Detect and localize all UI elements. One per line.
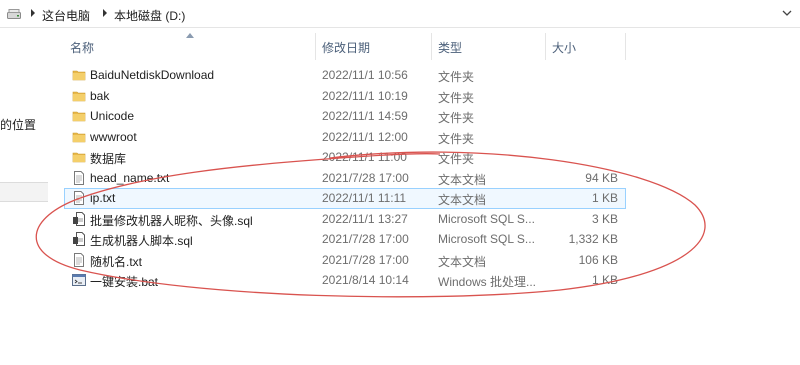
file-type: Microsoft SQL S... [438,211,535,226]
file-type: 文件夹 [438,90,475,105]
file-name: ip.txt [90,191,116,205]
file-name: 数据库 [90,152,127,166]
file-name: 随机名.txt [90,254,143,269]
column-header-name-label: 名称 [70,41,95,55]
file-size: 1 KB [591,191,618,205]
file-size: 1 KB [591,273,618,287]
file-row[interactable]: wwwroot 2022/11/1 12:00 文件夹 [64,127,626,148]
file-modified: 2022/11/1 11:00 [322,150,407,164]
breadcrumb-separator-icon[interactable] [101,8,109,18]
file-name: wwwroot [90,129,137,144]
file-type: 文件夹 [438,152,475,166]
file-type: 文件夹 [438,131,475,146]
file-row[interactable]: 一键安装.bat 2021/8/14 10:14 Windows 批处理... … [64,270,626,291]
folder-icon [72,111,86,122]
file-type: 文件夹 [438,70,475,84]
file-modified: 2021/7/28 17:00 [322,170,409,185]
file-modified: 2022/11/1 11:11 [322,191,407,205]
sql-file-icon [73,232,85,246]
file-modified: 2022/11/1 14:59 [322,109,408,123]
drive-icon [7,9,21,19]
file-modified: 2022/11/1 12:00 [322,129,408,144]
file-modified: 2021/7/28 17:00 [322,232,409,246]
file-name: head_name.txt [90,170,170,185]
file-type: Windows 批处理... [438,275,537,289]
file-name: bak [90,88,110,103]
nav-item-recent-places[interactable]: 的位置 [0,116,36,133]
file-type: Microsoft SQL S... [438,232,535,246]
file-name: 生成机器人脚本.sql [90,234,193,248]
sort-ascending-icon [186,33,194,38]
file-size: 94 KB [585,170,618,185]
file-name: Unicode [90,109,135,123]
file-modified: 2022/11/1 10:19 [322,88,408,103]
file-type: 文本文档 [438,172,487,187]
folder-icon [72,91,86,101]
file-modified: 2021/8/14 10:14 [322,273,409,287]
breadcrumb-separator-icon[interactable] [29,8,37,18]
file-modified: 2022/11/1 13:27 [322,211,408,226]
chevron-down-icon[interactable] [782,9,792,17]
folder-icon [72,152,86,163]
file-type: 文本文档 [438,193,487,207]
navigation-pane[interactable]: 的位置 [0,28,48,365]
text-file-icon [74,170,84,185]
file-size: 1,332 KB [568,232,618,246]
file-name: 一键安装.bat [90,275,159,289]
file-name: 批量修改机器人昵称、头像.sql [90,213,253,228]
file-row[interactable]: Unicode 2022/11/1 14:59 文件夹 [64,106,626,127]
file-size: 106 KB [578,252,618,267]
text-file-icon [74,191,84,205]
file-name: BaiduNetdiskDownload [90,68,215,82]
file-row[interactable]: 随机名.txt 2021/7/28 17:00 文本文档 106 KB [64,250,626,271]
breadcrumb-local-disk[interactable]: 本地磁盘 (D:) [114,7,185,24]
column-header-type-label: 类型 [438,41,463,55]
file-row[interactable]: bak 2022/11/1 10:19 文件夹 [64,86,626,107]
file-row[interactable]: 批量修改机器人昵称、头像.sql 2022/11/1 13:27 Microso… [64,209,626,230]
file-row[interactable]: head_name.txt 2021/7/28 17:00 文本文档 94 KB [64,168,626,189]
file-modified: 2021/7/28 17:00 [322,252,409,267]
folder-icon [72,132,86,142]
file-type: 文件夹 [438,111,475,125]
file-size: 3 KB [591,211,618,226]
column-header-modified[interactable]: 修改日期 [316,33,432,60]
column-header-size[interactable]: 大小 [546,33,626,60]
column-header-size-label: 大小 [552,41,577,55]
column-header-type[interactable]: 类型 [432,33,546,60]
nav-item-selected[interactable] [0,182,48,202]
batch-file-icon [72,274,86,286]
address-bar[interactable]: 这台电脑 本地磁盘 (D:) [0,0,800,28]
file-type: 文本文档 [438,254,487,269]
file-modified: 2022/11/1 10:56 [322,68,408,82]
folder-icon [72,70,86,81]
file-list[interactable]: BaiduNetdiskDownload 2022/11/1 10:56 文件夹… [64,65,626,291]
breadcrumb-this-pc[interactable]: 这台电脑 [42,7,90,24]
column-header-modified-label: 修改日期 [322,41,371,55]
file-row[interactable]: 数据库 2022/11/1 11:00 文件夹 [64,147,626,168]
file-row[interactable]: BaiduNetdiskDownload 2022/11/1 10:56 文件夹 [64,65,626,86]
file-row[interactable]: ip.txt 2022/11/1 11:11 文本文档 1 KB [64,188,626,209]
text-file-icon [74,252,84,267]
sql-file-icon [73,211,85,226]
file-row[interactable]: 生成机器人脚本.sql 2021/7/28 17:00 Microsoft SQ… [64,229,626,250]
